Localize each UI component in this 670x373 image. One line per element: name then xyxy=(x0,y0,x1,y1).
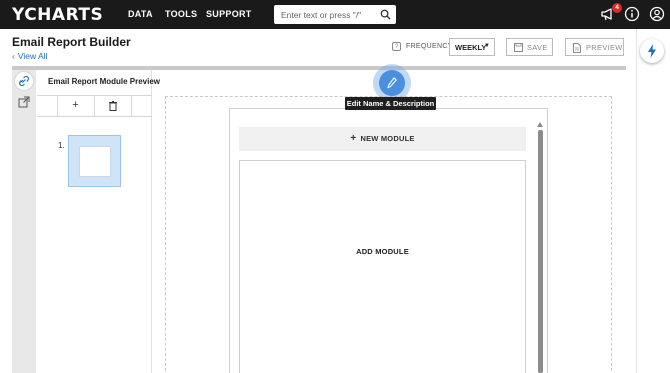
global-search xyxy=(274,5,396,24)
thumbnail-number: 1. xyxy=(58,141,65,150)
save-button[interactable]: SAVE xyxy=(506,38,553,56)
frequency-help-icon[interactable]: ? xyxy=(392,42,401,51)
link-icon xyxy=(19,76,29,86)
lightning-bolt-icon xyxy=(648,44,656,58)
left-tool-rail xyxy=(12,70,36,373)
caret-down-icon: ▼ xyxy=(484,43,490,49)
add-module-tool-button[interactable]: + xyxy=(57,95,94,117)
new-module-button[interactable]: + NEW MODULE xyxy=(239,127,526,151)
document-icon xyxy=(573,43,581,53)
right-side-strip xyxy=(636,29,670,373)
ycharts-logo[interactable]: YCHARTS xyxy=(12,5,103,25)
trash-icon xyxy=(108,101,117,111)
external-link-icon[interactable] xyxy=(18,96,30,108)
chevron-left-icon: ‹ xyxy=(12,51,15,61)
frequency-label: FREQUENCY: xyxy=(406,43,455,50)
page-title: Email Report Builder xyxy=(12,35,131,49)
pencil-icon xyxy=(387,77,397,89)
save-label: SAVE xyxy=(527,43,548,52)
scroll-thumb[interactable] xyxy=(538,130,543,373)
toolbar-divider xyxy=(131,95,132,117)
user-icon[interactable] xyxy=(649,6,665,22)
add-module-area[interactable]: ADD MODULE xyxy=(239,160,526,373)
thumbnail-page xyxy=(79,146,111,177)
preview-label: PREVIEW xyxy=(586,43,623,52)
quick-actions-button[interactable] xyxy=(640,39,664,63)
save-icon xyxy=(514,43,523,52)
edit-name-description-button[interactable] xyxy=(379,70,405,96)
view-all-link[interactable]: ‹ View All xyxy=(12,51,47,61)
search-icon[interactable] xyxy=(380,9,391,20)
notification-badge: 4 xyxy=(612,3,622,13)
frequency-select[interactable]: WEEKLY ▼ xyxy=(449,38,495,56)
info-icon[interactable] xyxy=(624,6,640,22)
view-all-label: View All xyxy=(17,51,48,61)
edit-tooltip: Edit Name & Description xyxy=(345,97,436,110)
preview-button[interactable]: PREVIEW xyxy=(565,38,624,56)
search-input[interactable] xyxy=(274,5,378,24)
nav-link-data[interactable]: DATA xyxy=(128,9,153,19)
frequency-value: WEEKLY xyxy=(455,43,487,52)
plus-icon: + xyxy=(350,133,357,144)
scroll-up-arrow-icon[interactable] xyxy=(537,122,543,127)
new-module-label: NEW MODULE xyxy=(360,134,415,143)
module-thumbnail-selected[interactable] xyxy=(68,135,121,187)
add-module-label: ADD MODULE xyxy=(356,247,409,256)
report-scrollbar[interactable] xyxy=(537,122,544,373)
delete-module-button[interactable] xyxy=(94,95,131,117)
nav-link-support[interactable]: SUPPORT xyxy=(206,9,252,19)
module-preview-toggle[interactable] xyxy=(15,72,33,90)
nav-link-tools[interactable]: TOOLS xyxy=(165,9,197,19)
module-preview-title: Email Report Module Preview xyxy=(48,77,161,86)
